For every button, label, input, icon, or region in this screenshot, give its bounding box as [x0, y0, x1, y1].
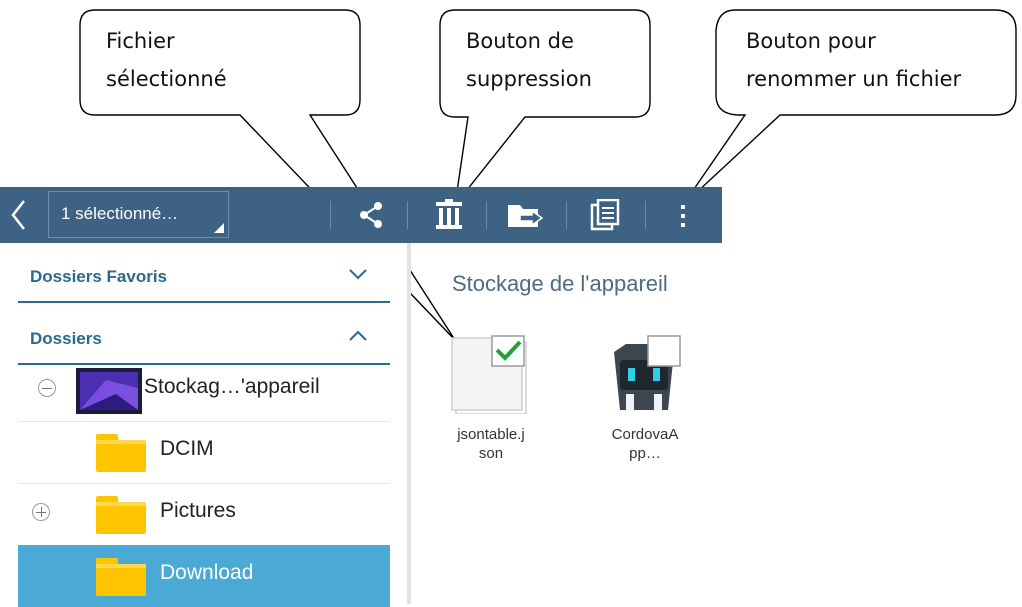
sidebar-item-dcim[interactable]: DCIM — [18, 421, 390, 484]
selection-dropdown[interactable]: 1 sélectionné… — [48, 191, 229, 238]
action-toolbar: 1 sélectionné… — [0, 187, 722, 243]
page-title: Stockage de l'appareil — [452, 271, 668, 296]
favorites-header-label: Dossiers Favoris — [30, 267, 168, 286]
selection-count-label: 1 sélectionné… — [61, 204, 179, 223]
sidebar-item-label: Pictures — [160, 499, 236, 522]
delete-icon[interactable] — [432, 199, 466, 231]
callout-text-rename: Bouton pour renommer un fichier — [746, 29, 962, 91]
sidebar-item-label: DCIM — [160, 437, 214, 460]
toolbar-separator — [330, 201, 331, 229]
json-file-icon[interactable] — [448, 334, 532, 414]
collapse-icon[interactable] — [38, 379, 56, 397]
sidebar-item-download[interactable]: Download — [18, 545, 390, 607]
toolbar-separator — [645, 201, 646, 229]
toolbar-separator — [407, 201, 408, 229]
copy-icon[interactable] — [590, 199, 620, 231]
storage-device-icon — [76, 368, 142, 414]
folder-icon — [96, 558, 146, 596]
expand-icon[interactable] — [32, 503, 50, 521]
cordova-app-icon[interactable] — [604, 334, 684, 414]
pane-divider[interactable] — [407, 243, 411, 604]
file-name-cordova-app[interactable]: CordovaA pp… — [590, 425, 700, 463]
file-name-jsontable[interactable]: jsontable.j son — [436, 425, 546, 463]
sidebar-item-label: Stockag…'appareil — [144, 375, 320, 398]
dropdown-corner-icon — [214, 223, 224, 233]
sidebar-item-pictures[interactable]: Pictures — [18, 483, 390, 546]
chevron-down-icon — [349, 269, 367, 280]
section-divider — [18, 301, 390, 303]
callout-text-delete: Bouton de suppression — [466, 29, 592, 91]
folders-section-header[interactable]: Dossiers — [0, 315, 390, 365]
toolbar-separator — [566, 201, 567, 229]
favorites-section-header[interactable]: Dossiers Favoris — [0, 253, 390, 303]
more-icon[interactable] — [676, 201, 690, 231]
folder-icon — [96, 496, 146, 534]
share-icon[interactable] — [356, 199, 386, 231]
callout-text-selected-file: Fichier sélectionné — [106, 29, 227, 91]
folders-header-label: Dossiers — [30, 329, 102, 348]
toolbar-separator — [486, 201, 487, 229]
folder-icon — [96, 434, 146, 472]
sidebar-item-device-storage[interactable]: Stockag…'appareil — [18, 359, 390, 422]
sidebar-item-label: Download — [160, 561, 254, 584]
back-icon[interactable] — [8, 197, 30, 233]
move-icon[interactable] — [506, 201, 546, 231]
chevron-up-icon — [349, 330, 367, 341]
folder-sidebar: Dossiers Favoris Dossiers Stockag…'appar… — [0, 243, 410, 607]
